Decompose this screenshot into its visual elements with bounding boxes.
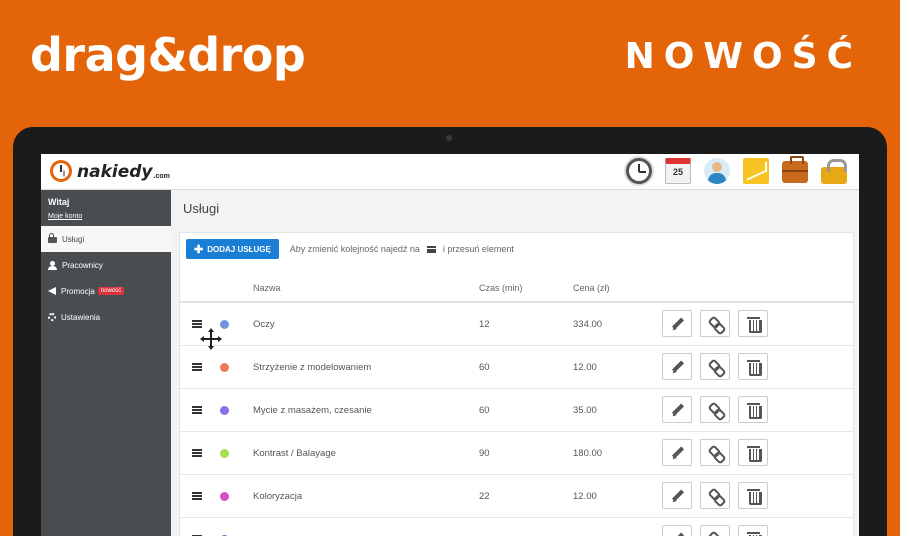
- link-button[interactable]: [700, 439, 730, 466]
- reorder-hint: Aby zmienić kolejność najedź na i przesu…: [290, 244, 514, 254]
- drag-handle-icon[interactable]: [192, 492, 202, 500]
- my-account-link[interactable]: Moje konto: [48, 213, 164, 220]
- sidebar: Witaj Moje konto Usługi Pracownicy Promo…: [41, 190, 171, 536]
- column-header-name: Nazwa: [253, 283, 281, 293]
- delete-button[interactable]: [738, 525, 768, 536]
- user-icon[interactable]: [704, 158, 730, 184]
- color-dot: [220, 449, 229, 458]
- service-time: 60: [479, 362, 490, 373]
- sidebar-item-pracownicy[interactable]: Pracownicy: [41, 252, 171, 278]
- link-button[interactable]: [700, 482, 730, 509]
- plus-icon: ✚: [194, 243, 204, 256]
- sidebar-item-uslugi[interactable]: Usługi: [41, 226, 171, 252]
- service-name: Koloryzacja: [253, 491, 303, 502]
- edit-button[interactable]: [662, 353, 692, 380]
- logo-clock-icon: [50, 160, 72, 182]
- top-nav-icons: 25: [626, 156, 847, 184]
- link-button[interactable]: [700, 310, 730, 337]
- sidebar-item-label: Ustawienia: [61, 312, 101, 322]
- link-button[interactable]: [700, 525, 730, 536]
- main-content: Usługi ✚ DODAJ USŁUGĘ Aby zmienić kolejn…: [171, 190, 859, 536]
- sidebar-item-promocja[interactable]: Promocja nowość: [41, 278, 171, 304]
- service-name: Kontrast / Balayage: [253, 448, 336, 459]
- edit-button[interactable]: [662, 396, 692, 423]
- service-name: Strzyżenie z modelowaniem: [253, 362, 372, 373]
- service-name: Oczy: [253, 319, 275, 330]
- service-time: 90: [479, 448, 490, 459]
- edit-button[interactable]: [662, 482, 692, 509]
- services-table-body: Oczy 12 334.00 Strzyżenie z modelowaniem…: [180, 303, 853, 536]
- edit-button[interactable]: [662, 439, 692, 466]
- lock-icon[interactable]: [821, 159, 847, 184]
- color-dot: [220, 363, 229, 372]
- table-row[interactable]: [180, 518, 853, 536]
- clock-icon[interactable]: [626, 158, 652, 184]
- service-price: 35.00: [573, 405, 597, 416]
- app-logo[interactable]: nakiedy .com: [50, 160, 170, 182]
- service-time: 22: [479, 491, 490, 502]
- logo-text: nakiedy: [77, 162, 153, 182]
- table-header: Nazwa Czas (min) Cena (zł): [180, 281, 853, 303]
- drag-handle-icon[interactable]: [192, 320, 202, 328]
- top-bar: nakiedy .com 25: [41, 154, 859, 190]
- link-button[interactable]: [700, 396, 730, 423]
- user-icon: [48, 260, 57, 270]
- table-row[interactable]: Kontrast / Balayage 90 180.00: [180, 432, 853, 475]
- hint-text-before: Aby zmienić kolejność najedź na: [289, 244, 420, 254]
- sidebar-welcome: Witaj Moje konto: [41, 190, 171, 226]
- color-dot: [220, 492, 229, 501]
- drag-handle-icon[interactable]: [192, 449, 202, 457]
- banner-headline-left: drag&drop: [30, 28, 306, 82]
- services-panel: ✚ DODAJ USŁUGĘ Aby zmienić kolejność naj…: [179, 232, 854, 536]
- column-header-time: Czas (min): [479, 283, 523, 293]
- delete-button[interactable]: [738, 396, 768, 423]
- service-price: 12.00: [573, 362, 597, 373]
- sidebar-item-label: Promocja: [61, 286, 95, 296]
- new-badge: nowość: [97, 287, 125, 295]
- welcome-text: Witaj: [48, 197, 70, 207]
- drag-handle-icon[interactable]: [192, 363, 202, 371]
- briefcase-icon[interactable]: [782, 156, 808, 183]
- chart-icon[interactable]: [743, 158, 769, 184]
- service-price: 180.00: [573, 448, 603, 459]
- table-row[interactable]: Strzyżenie z modelowaniem 60 12.00: [180, 346, 853, 389]
- service-time: 60: [479, 405, 490, 416]
- sidebar-item-label: Pracownicy: [62, 260, 103, 270]
- delete-button[interactable]: [738, 310, 768, 337]
- drag-handle-icon: [426, 245, 436, 253]
- calendar-icon[interactable]: 25: [665, 158, 691, 184]
- page-title: Usługi: [183, 201, 220, 216]
- camera-dot: [446, 135, 452, 141]
- service-price: 12.00: [573, 491, 597, 502]
- hint-text-after: i przesuń element: [442, 244, 514, 254]
- table-row[interactable]: Koloryzacja 22 12.00: [180, 475, 853, 518]
- megaphone-icon: [48, 287, 56, 295]
- color-dot: [220, 406, 229, 415]
- add-service-button[interactable]: ✚ DODAJ USŁUGĘ: [186, 239, 279, 259]
- link-button[interactable]: [700, 353, 730, 380]
- delete-button[interactable]: [738, 353, 768, 380]
- color-dot: [220, 320, 229, 329]
- add-service-label: DODAJ USŁUGĘ: [207, 244, 271, 254]
- logo-tld: .com: [153, 173, 170, 180]
- toolbar: ✚ DODAJ USŁUGĘ Aby zmienić kolejność naj…: [186, 239, 514, 259]
- edit-button[interactable]: [662, 525, 692, 536]
- banner-headline-right: NOWOŚĆ: [624, 36, 862, 77]
- drag-handle-icon[interactable]: [192, 406, 202, 414]
- service-name: Mycie z masażem, czesanie: [253, 405, 372, 416]
- delete-button[interactable]: [738, 482, 768, 509]
- gear-icon: [48, 313, 56, 321]
- sidebar-item-ustawienia[interactable]: Ustawienia: [41, 304, 171, 330]
- service-price: 334.00: [573, 319, 603, 330]
- table-row[interactable]: Oczy 12 334.00: [180, 303, 853, 350]
- sidebar-item-label: Usługi: [62, 234, 85, 244]
- laptop-frame: nakiedy .com 25 Witaj Moje konto Usługi: [13, 127, 887, 536]
- table-row[interactable]: Mycie z masażem, czesanie 60 35.00: [180, 389, 853, 432]
- app-screen: nakiedy .com 25 Witaj Moje konto Usługi: [41, 154, 859, 536]
- service-time: 12: [479, 319, 490, 330]
- lock-icon: [48, 233, 57, 243]
- edit-button[interactable]: [662, 310, 692, 337]
- column-header-price: Cena (zł): [573, 283, 610, 293]
- delete-button[interactable]: [738, 439, 768, 466]
